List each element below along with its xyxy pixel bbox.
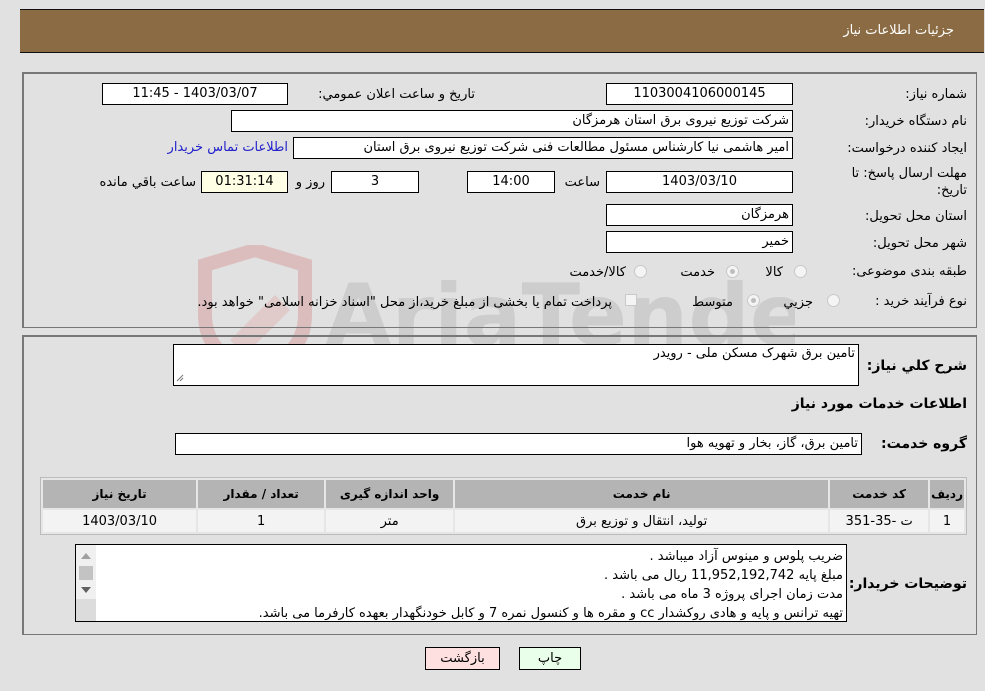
purchase-radio-medium[interactable]: [747, 294, 760, 307]
col-need-date: تاریخ نیاز: [43, 480, 197, 508]
scroll-up-icon[interactable]: [81, 553, 91, 559]
buyer-org-label: نام دستگاه خریدار:: [864, 114, 967, 129]
category-radio-goods[interactable]: [794, 265, 807, 278]
summary-label: شرح کلي نیاز:: [866, 358, 967, 374]
days-label: روز و: [295, 175, 325, 190]
requester-label: ایجاد کننده درخواست:: [847, 141, 967, 156]
buyer-notes-line: ضریب پلوس و مینوس آزاد میباشد .: [649, 549, 843, 564]
city-label: شهر محل تحویل:: [872, 236, 967, 251]
buyer-org-field: شرکت توزیع نیروی برق استان هرمزگان: [231, 110, 793, 132]
announce-datetime-field: 1403/03/07 - 11:45: [102, 83, 288, 105]
cell-need-date: 1403/03/10: [43, 510, 197, 532]
city-field: خمیر: [606, 231, 793, 253]
province-label: استان محل تحویل:: [865, 209, 967, 224]
page-title: جزئیات اطلاعات نیاز: [843, 23, 954, 38]
deadline-date-field: 1403/03/10: [606, 171, 793, 193]
cell-unit: متر: [326, 510, 454, 532]
need-number-field: 1103004106000145: [606, 83, 793, 105]
scroll-thumb[interactable]: [79, 566, 93, 580]
deadline-time-field: 14:00: [467, 171, 555, 193]
summary-text: تامین برق شهرک مسکن ملی - رویدر: [653, 346, 855, 361]
buyer-notes-line: مدت زمان اجرای پروژه 3 ماه می باشد .: [621, 587, 843, 602]
treasury-note: پرداخت تمام یا بخشی از مبلغ خرید،از محل …: [197, 295, 612, 310]
category-option-goods: کالا: [765, 265, 783, 280]
purchase-radio-minor[interactable]: [827, 294, 840, 307]
buyer-notes-text: ضریب پلوس و مینوس آزاد میباشد . مبلغ پای…: [98, 547, 843, 623]
category-option-service: خدمت: [680, 265, 715, 280]
cell-quantity: 1: [198, 510, 325, 532]
services-section-title: اطلاعات خدمات مورد نیاز: [791, 396, 967, 412]
remaining-time-label: ساعت باقي مانده: [99, 175, 196, 190]
col-service-code: کد خدمت: [830, 480, 929, 508]
deadline-time-label: ساعت: [564, 175, 600, 190]
purchase-option-medium: متوسط: [692, 295, 733, 310]
remaining-days-field: 3: [331, 171, 419, 193]
summary-field: تامین برق شهرک مسکن ملی - رویدر: [173, 344, 859, 386]
category-radio-service[interactable]: [726, 265, 739, 278]
cell-service-code: ت -35-351: [830, 510, 929, 532]
category-radio-goods-service[interactable]: [634, 265, 647, 278]
col-row-number: ردیف: [930, 480, 964, 508]
deadline-label-line1: مهلت ارسال پاسخ: تا: [851, 166, 967, 181]
col-unit: واحد اندازه گیری: [326, 480, 454, 508]
purchase-type-label: نوع فرآیند خرید :: [875, 294, 967, 309]
announce-datetime-label: تاریخ و ساعت اعلان عمومي:: [318, 87, 475, 102]
scroll-down-icon[interactable]: [81, 587, 91, 593]
resize-handle-icon[interactable]: [176, 374, 184, 382]
cell-row-number: 1: [930, 510, 964, 532]
buyer-notes-line: تهیه ترانس و پایه و هادی روکشدار cc و مق…: [258, 606, 843, 621]
services-table: ردیف کد خدمت نام خدمت واحد اندازه گیری ت…: [40, 477, 967, 535]
buyer-contact-link[interactable]: اطلاعات تماس خریدار: [168, 140, 288, 155]
buyer-notes-field[interactable]: ضریب پلوس و مینوس آزاد میباشد . مبلغ پای…: [75, 544, 847, 622]
remaining-time-field: 01:31:14: [201, 171, 288, 193]
need-number-label: شماره نیاز:: [905, 87, 967, 102]
back-button[interactable]: بازگشت: [425, 647, 500, 670]
print-button[interactable]: چاپ: [519, 647, 581, 670]
cell-service-name: تولید، انتقال و توزیع برق: [455, 510, 829, 532]
treasury-checkbox[interactable]: [625, 294, 637, 306]
category-label: طبقه بندی موضوعی:: [851, 264, 967, 279]
buyer-notes-line: مبلغ پایه 11,952,192,742 ریال می باشد .: [604, 568, 843, 583]
service-group-field: تامین برق، گاز، بخار و تهویه هوا: [175, 433, 862, 455]
requester-field: امیر هاشمی نیا کارشناس مسئول مطالعات فنی…: [293, 137, 793, 159]
service-group-label: گروه خدمت:: [881, 436, 967, 452]
page-header: جزئیات اطلاعات نیاز: [20, 9, 984, 53]
table-row: 1 ت -35-351 تولید، انتقال و توزیع برق مت…: [43, 510, 964, 532]
purchase-option-minor: جزيي: [783, 295, 813, 310]
table-header-row: ردیف کد خدمت نام خدمت واحد اندازه گیری ت…: [43, 480, 964, 508]
province-field: هرمزگان: [606, 204, 793, 226]
category-option-goods-service: کالا/خدمت: [569, 265, 626, 280]
resize-grip-icon[interactable]: [76, 599, 96, 621]
buyer-notes-label: توضیحات خریدار:: [848, 576, 967, 592]
deadline-label-line2: تاریخ:: [936, 183, 967, 198]
col-quantity: تعداد / مقدار: [198, 480, 325, 508]
buyer-notes-scrollbar[interactable]: [76, 545, 96, 621]
col-service-name: نام خدمت: [455, 480, 829, 508]
